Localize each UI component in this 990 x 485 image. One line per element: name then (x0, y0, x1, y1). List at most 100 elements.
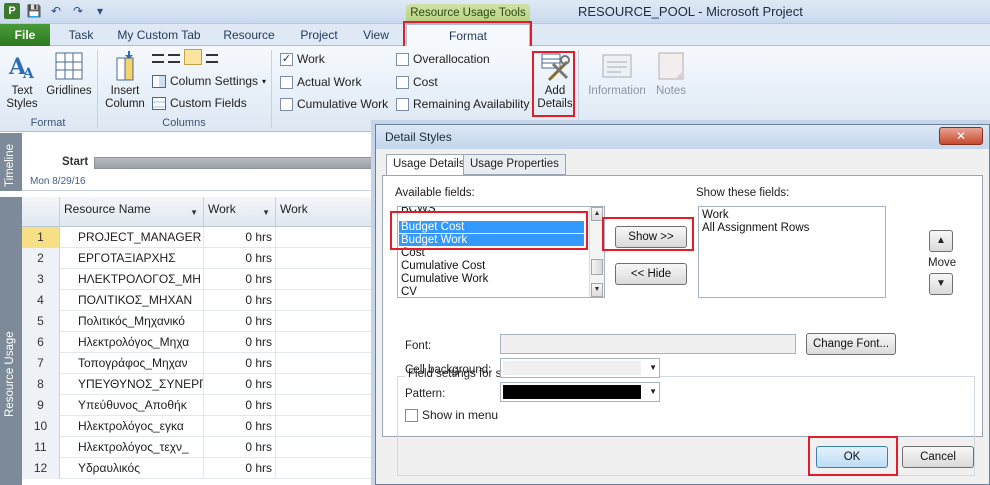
move-down-button[interactable]: ▼ (929, 273, 953, 295)
tab-usage-details[interactable]: Usage Details (386, 154, 472, 176)
list-item[interactable]: Cumulative Cost (401, 260, 485, 272)
row-id[interactable]: 7 (22, 353, 60, 374)
hide-button[interactable]: << Hide (615, 263, 687, 285)
pattern-select[interactable]: ▼ (500, 382, 660, 402)
list-item[interactable]: Work (702, 209, 729, 221)
work-cell[interactable]: 0 hrs (204, 332, 276, 353)
select-all-cell[interactable] (22, 197, 60, 227)
work-timescale-cell[interactable] (276, 416, 372, 437)
insert-column-button[interactable]: Insert Column (104, 50, 146, 111)
checkbox-unchecked (280, 75, 293, 89)
row-id[interactable]: 4 (22, 290, 60, 311)
column-header-work-timescale[interactable]: Work (276, 197, 372, 227)
work-timescale-cell[interactable] (276, 269, 372, 290)
cost-checkbox[interactable]: Cost (396, 73, 438, 91)
cell-background-select[interactable]: ▼ (500, 358, 660, 378)
notes-button[interactable]: Notes (652, 50, 690, 98)
work-timescale-cell[interactable] (276, 374, 372, 395)
work-cell[interactable]: 0 hrs (204, 311, 276, 332)
save-icon[interactable]: 💾 (26, 3, 42, 19)
list-item[interactable]: Cumulative Work (401, 273, 488, 285)
redo-icon[interactable]: ↷ (70, 3, 86, 19)
cumulative-work-checkbox[interactable]: Cumulative Work (280, 95, 388, 113)
work-timescale-cell[interactable] (276, 248, 372, 269)
actual-work-checkbox[interactable]: Actual Work (280, 73, 361, 91)
row-id[interactable]: 3 (22, 269, 60, 290)
work-checkbox[interactable]: ✓ Work (280, 50, 325, 68)
work-timescale-cell[interactable] (276, 332, 372, 353)
resource-name-cell[interactable]: Υπεύθυνος_Αποθήκ (60, 395, 204, 416)
row-id[interactable]: 12 (22, 458, 60, 479)
list-item[interactable]: CV (401, 286, 417, 297)
tab-usage-properties[interactable]: Usage Properties (463, 154, 566, 175)
work-cell[interactable]: 0 hrs (204, 416, 276, 437)
work-timescale-cell[interactable] (276, 290, 372, 311)
resource-name-cell[interactable]: Ηλεκτρολόγος_Μηχα (60, 332, 204, 353)
row-id[interactable]: 2 (22, 248, 60, 269)
wrap-text-icon[interactable] (206, 53, 218, 63)
row-id[interactable]: 10 (22, 416, 60, 437)
move-up-button[interactable]: ▲ (929, 230, 953, 252)
align-center-icon[interactable] (168, 53, 180, 63)
change-font-button[interactable]: Change Font... (806, 333, 896, 355)
resource-name-cell[interactable]: ΗΛΕΚΤΡΟΛΟΓΟΣ_ΜΗ (60, 269, 204, 290)
align-left-icon[interactable] (152, 53, 164, 63)
custom-fields-button[interactable]: Custom Fields (152, 94, 247, 112)
work-cell[interactable]: 0 hrs (204, 395, 276, 416)
information-button[interactable]: Information (584, 50, 650, 98)
work-cell[interactable]: 0 hrs (204, 290, 276, 311)
work-cell[interactable]: 0 hrs (204, 353, 276, 374)
work-timescale-cell[interactable] (276, 353, 372, 374)
row-id[interactable]: 9 (22, 395, 60, 416)
resource-name-cell[interactable]: Ηλεκτρολόγος_εγκα (60, 416, 204, 437)
resource-name-cell[interactable]: Τοπογράφος_Μηχαν (60, 353, 204, 374)
list-item[interactable]: All Assignment Rows (702, 222, 809, 234)
resource-name-cell[interactable]: ΠΟΛΙΤΙΚΟΣ_ΜΗΧΑΝ (60, 290, 204, 311)
column-header-work[interactable]: Work ▼ (204, 197, 276, 227)
row-id[interactable]: 11 (22, 437, 60, 458)
column-header-resource-name[interactable]: Resource Name ▼ (60, 197, 204, 227)
tab-resource[interactable]: Resource (218, 24, 280, 46)
timeline-bar[interactable] (94, 157, 394, 169)
customize-qat-icon[interactable]: ▾ (92, 3, 108, 19)
resource-name-cell[interactable]: PROJECT_MANAGER (60, 227, 204, 248)
resource-name-cell[interactable]: ΕΡΓΟΤΑΞΙΑΡΧΗΣ (60, 248, 204, 269)
row-id[interactable]: 1 (22, 227, 60, 248)
work-cell[interactable]: 0 hrs (204, 227, 276, 248)
resource-name-cell[interactable]: Πολιτικός_Μηχανικό (60, 311, 204, 332)
work-timescale-cell[interactable] (276, 311, 372, 332)
show-in-menu-checkbox[interactable]: Show in menu (405, 406, 498, 424)
shown-fields-list[interactable]: Work All Assignment Rows (698, 206, 886, 298)
tab-view[interactable]: View (356, 24, 396, 46)
column-settings-button[interactable]: Column Settings ▾ (152, 72, 266, 90)
scroll-down-icon[interactable]: ▼ (591, 283, 603, 297)
undo-icon[interactable]: ↶ (48, 3, 64, 19)
row-id[interactable]: 8 (22, 374, 60, 395)
resource-name-cell[interactable]: Υδραυλικός (60, 458, 204, 479)
resource-name-cell[interactable]: Ηλεκτρολόγος_τεχν_ (60, 437, 204, 458)
work-cell[interactable]: 0 hrs (204, 248, 276, 269)
tab-my-custom-tab[interactable]: My Custom Tab (112, 24, 206, 46)
row-id[interactable]: 5 (22, 311, 60, 332)
cancel-button[interactable]: Cancel (902, 446, 974, 468)
resource-name-cell[interactable]: ΥΠΕΥΘΥΝΟΣ_ΣΥΝΕΡΓ (60, 374, 204, 395)
work-cell[interactable]: 0 hrs (204, 269, 276, 290)
tab-task[interactable]: Task (62, 24, 100, 46)
work-cell[interactable]: 0 hrs (204, 437, 276, 458)
work-cell[interactable]: 0 hrs (204, 374, 276, 395)
close-icon[interactable]: ✕ (939, 127, 983, 145)
work-timescale-cell[interactable] (276, 227, 372, 248)
gridlines-button[interactable]: Gridlines (44, 50, 94, 98)
text-styles-button[interactable]: A A Text Styles (4, 50, 40, 111)
remaining-availability-checkbox[interactable]: Remaining Availability (396, 95, 530, 113)
work-timescale-cell[interactable] (276, 458, 372, 479)
work-timescale-cell[interactable] (276, 395, 372, 416)
work-cell[interactable]: 0 hrs (204, 458, 276, 479)
row-id[interactable]: 6 (22, 332, 60, 353)
tab-project[interactable]: Project (292, 24, 346, 46)
tab-file[interactable]: File (0, 24, 50, 46)
scroll-thumb[interactable] (591, 259, 603, 275)
align-right-icon[interactable] (184, 49, 202, 65)
overallocation-checkbox[interactable]: Overallocation (396, 50, 490, 68)
work-timescale-cell[interactable] (276, 437, 372, 458)
